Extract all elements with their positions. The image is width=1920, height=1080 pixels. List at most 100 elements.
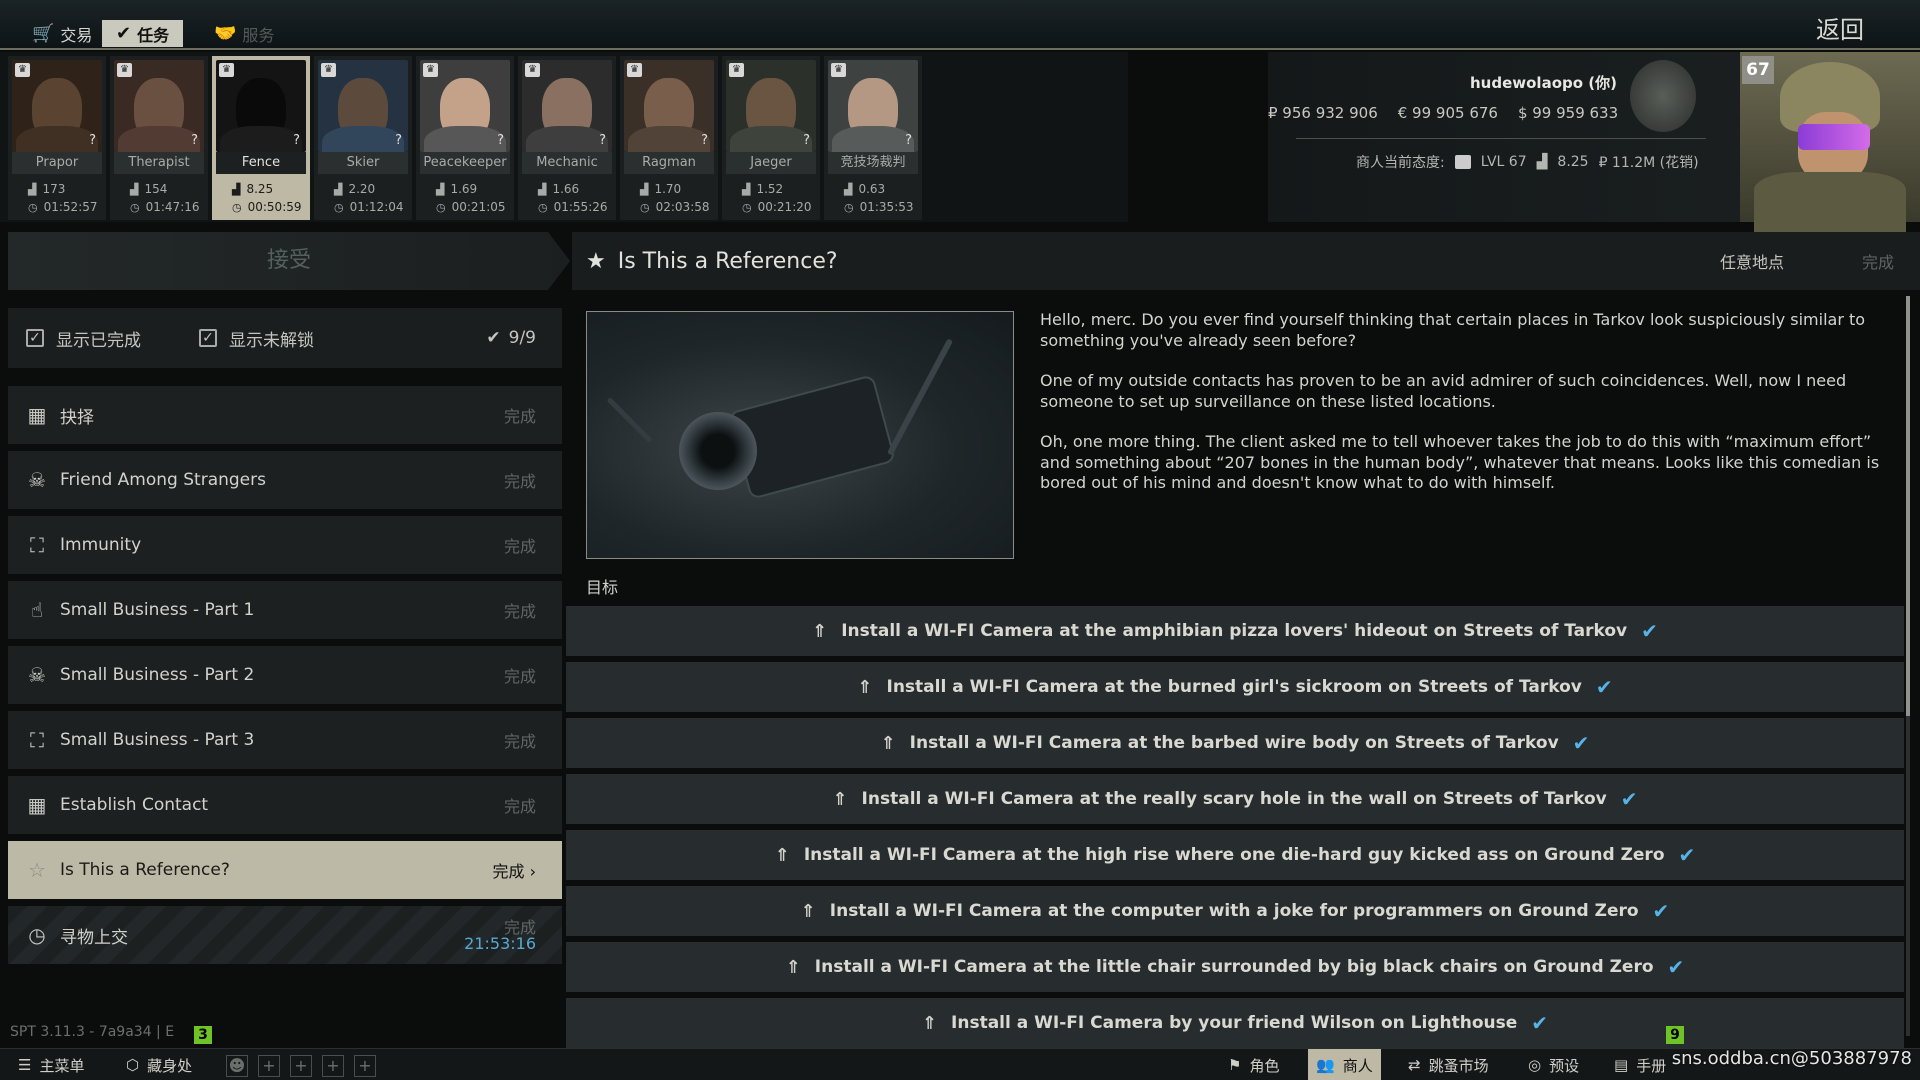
accept-button[interactable]: 接受 (8, 232, 570, 290)
character-button[interactable]: ⚑ 角色 (1220, 1049, 1287, 1080)
quick-slot-plus-icon[interactable]: + (290, 1055, 312, 1077)
standing-icon: ▟ (28, 182, 37, 196)
hand-icon: ☝ (30, 598, 44, 622)
quest-list-item[interactable]: ☆ Is This a Reference? 完成 › (8, 841, 562, 899)
loyalty-badge-icon: ♛ (219, 63, 234, 77)
trader-portrait: ♛? (828, 60, 918, 152)
quest-item-status-text: 完成 (492, 862, 525, 881)
loyalty-badge-icon: ♛ (729, 63, 744, 77)
quest-item-title: 抉择 (60, 407, 94, 428)
level-badge: 67 (1742, 56, 1774, 84)
skull-icon: ☠ (28, 663, 46, 687)
loyalty-badge-icon: ♛ (627, 63, 642, 77)
quest-list-item[interactable]: ☠ Small Business - Part 2 完成 (8, 646, 562, 704)
roubles: ₽ 956 932 906 (1268, 104, 1378, 122)
hideout-button[interactable]: ⬡ 藏身处 (118, 1049, 200, 1080)
show-completed-toggle[interactable]: ✓ 显示已完成 (26, 326, 141, 351)
check-circle-icon: ✔ (486, 328, 501, 348)
trader-card[interactable]: ♛? Fence ▟ 8.25 ◷ 00:50:59 (212, 56, 310, 220)
trader-card[interactable]: ♛? Prapor ▟ 173 ◷ 01:52:57 (8, 56, 106, 220)
quick-slot-plus-icon[interactable]: + (258, 1055, 280, 1077)
objective-text: Install a WI-FI Camera by your friend Wi… (951, 1013, 1518, 1033)
question-mark-icon: ? (599, 133, 606, 148)
tab-services[interactable]: 🤝 服务 (200, 20, 288, 47)
handbook-button[interactable]: ▤ 手册 (1606, 1049, 1674, 1080)
trader-standing-row: 商人当前态度: LVL 67 ▟ 8.25 ₽ 11.2M (花销) (1356, 152, 1699, 172)
restock-timer: 02:03:58 (655, 200, 710, 214)
quest-list-item[interactable]: ◷ 寻物上交 完成 21:53:16 (8, 906, 562, 964)
traders-button[interactable]: 👥 商人 (1308, 1049, 1381, 1080)
skull-icon: ☠ (28, 468, 46, 492)
question-mark-icon: ? (497, 133, 504, 148)
handshake-icon: 🤝 (214, 23, 237, 44)
standing-icon: ▟ (1536, 154, 1548, 170)
trader-standing: ▟ 8.25 (232, 182, 273, 196)
hideout-label: 藏身处 (147, 1056, 193, 1075)
operator-icon[interactable]: ☻ (226, 1055, 248, 1077)
trader-card[interactable]: ♛? Mechanic ▟ 1.66 ◷ 01:55:26 (518, 56, 616, 220)
trader-card[interactable]: ♛? Peacekeeper ▟ 1.69 ◷ 00:21:05 (416, 56, 514, 220)
trader-standing: ▟ 2.20 (334, 182, 375, 196)
scrollbar-thumb[interactable] (1906, 296, 1910, 716)
trader-card[interactable]: ♛? Skier ▟ 2.20 ◷ 01:12:04 (314, 56, 412, 220)
back-button[interactable]: 返回 (1816, 10, 1864, 45)
traders-icon: 👥 (1316, 1056, 1335, 1074)
character-icon: ⚑ (1228, 1056, 1242, 1074)
objective-text: Install a WI-FI Camera at the really sca… (861, 789, 1607, 809)
quest-list-item[interactable]: ☝ Small Business - Part 1 完成 (8, 581, 562, 639)
hideout-icon: ⬡ (126, 1056, 140, 1074)
question-mark-icon: ? (191, 133, 198, 148)
menu-icon: ☰ (18, 1056, 32, 1074)
quick-slot-plus-icon[interactable]: + (354, 1055, 376, 1077)
trader-card[interactable]: ♛? Ragman ▟ 1.70 ◷ 02:03:58 (620, 56, 718, 220)
quest-list-item[interactable]: ⛶ Immunity 完成 (8, 516, 562, 574)
quest-list-item[interactable]: ▦ 抉择 完成 (8, 386, 562, 444)
quest-list-item[interactable]: ▦ Establish Contact 完成 (8, 776, 562, 834)
quest-title: Is This a Reference? (617, 248, 838, 274)
objective-row: ⇑ Install a WI-FI Camera at the amphibian… (566, 606, 1904, 656)
flea-market-button[interactable]: ⇄ 跳蚤市场 (1400, 1049, 1497, 1080)
quest-item-status-text: 完成 (503, 407, 536, 426)
standing-value: 8.25 (246, 182, 274, 196)
quest-item-status-text: 完成 (503, 667, 536, 686)
quest-item-status: 完成 (504, 728, 536, 752)
tab-tasks[interactable]: ✔ 任务 (102, 20, 184, 47)
checkmark-icon: ✔ (1620, 787, 1638, 811)
loyalty-badge-icon: ♛ (117, 63, 132, 77)
question-mark-icon: ? (803, 133, 810, 148)
loyalty-level: LVL 67 (1480, 154, 1527, 170)
standing-icon: ▟ (742, 182, 751, 196)
objective-row: ⇑ Install a WI-FI Camera at the little ch… (566, 942, 1904, 992)
restock-timer: 00:21:20 (757, 200, 812, 214)
trader-card[interactable]: ♛? Therapist ▟ 154 ◷ 01:47:16 (110, 56, 208, 220)
trader-restock: ◷ 01:52:57 (28, 200, 98, 214)
checkmark-icon: ✔ (1595, 675, 1613, 699)
trader-standing: ▟ 0.63 (844, 182, 885, 196)
standing-value: 154 (144, 182, 168, 196)
tab-trade[interactable]: 🛒 交易 (18, 20, 106, 47)
show-locked-toggle[interactable]: ✓ 显示未解锁 (199, 326, 314, 351)
trader-strip: ♛? Prapor ▟ 173 ◷ 01:52:57 ♛? Therapist ▟ 154 ◷ 01:… (0, 52, 1128, 222)
main-menu-button[interactable]: ☰ 主菜单 (10, 1049, 92, 1080)
arrow-up-icon: ⇑ (857, 676, 873, 698)
quest-status: 完成 (1861, 253, 1894, 272)
trader-portrait: ♛? (12, 60, 102, 152)
quick-slot-plus-icon[interactable]: + (322, 1055, 344, 1077)
trader-restock: ◷ 01:35:53 (844, 200, 914, 214)
watermark-text: sns.oddba.cn@503887978 (1671, 1048, 1912, 1069)
quest-item-status: 完成 (504, 468, 536, 492)
trader-card[interactable]: ♛? 竞技场裁判 ▟ 0.63 ◷ 01:35:53 (824, 56, 922, 220)
trader-name: Fence (216, 152, 306, 174)
trader-card[interactable]: ♛? Jaeger ▟ 1.52 ◷ 00:21:20 (722, 56, 820, 220)
trader-standing: ▟ 1.66 (538, 182, 579, 196)
euros: € 99 905 676 (1397, 104, 1498, 122)
trader-standing: ▟ 154 (130, 182, 167, 196)
presets-button[interactable]: ◎ 预设 (1520, 1049, 1587, 1080)
runner-icon: ⛶ (30, 533, 44, 557)
quest-list-item[interactable]: ⛶ Small Business - Part 3 完成 (8, 711, 562, 769)
trader-standing: ▟ 1.69 (436, 182, 477, 196)
trader-restock: ◷ 00:21:20 (742, 200, 812, 214)
trader-portrait: ♛? (420, 60, 510, 152)
quest-list-item[interactable]: ☠ Friend Among Strangers 完成 (8, 451, 562, 509)
arrow-up-icon: ⇑ (785, 956, 801, 978)
